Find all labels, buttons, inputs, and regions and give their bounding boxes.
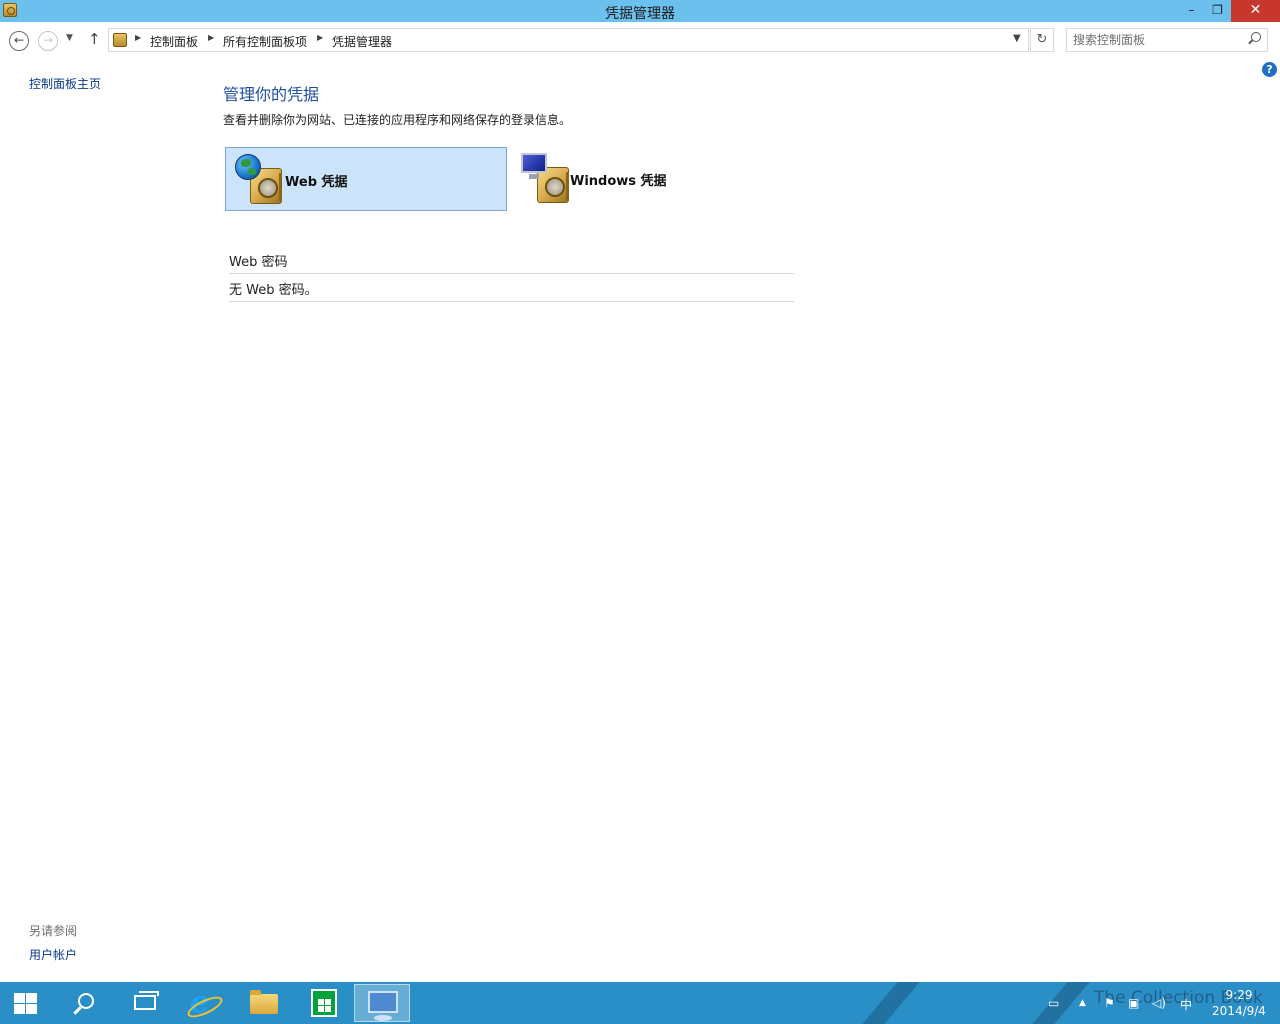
decorative-stripe [862, 982, 920, 1024]
breadcrumb-all-items[interactable]: 所有控制面板项 [223, 33, 307, 50]
ie-icon: e [190, 985, 210, 1020]
control-panel-location-icon [113, 33, 127, 47]
close-button[interactable]: ✕ [1231, 0, 1280, 22]
windows-credentials-label: Windows 凭据 [570, 174, 667, 189]
monitor-icon [521, 153, 547, 179]
restore-button[interactable]: ❐ [1204, 0, 1231, 22]
chevron-right-icon[interactable]: ▶ [208, 33, 214, 42]
chevron-right-icon[interactable]: ▶ [317, 33, 323, 42]
file-explorer-button[interactable] [236, 984, 292, 1022]
search-icon[interactable] [1251, 32, 1261, 42]
chevron-right-icon[interactable]: ▶ [135, 33, 141, 42]
empty-message: 无 Web 密码。 [229, 279, 794, 302]
store-icon [311, 989, 337, 1017]
control-panel-icon [368, 991, 398, 1021]
web-credentials-label: Web 凭据 [285, 175, 348, 190]
search-box[interactable] [1066, 28, 1268, 52]
page-title: 管理你的凭据 [223, 85, 320, 104]
action-center-flag-icon[interactable]: ⚑ [1104, 996, 1115, 1010]
forward-button[interactable]: → [38, 31, 58, 51]
start-button[interactable] [0, 984, 56, 1022]
see-also-heading: 另请参阅 [29, 924, 78, 938]
internet-explorer-button[interactable]: e [176, 984, 232, 1022]
clock[interactable]: 9:29 2014/9/4 [1204, 987, 1274, 1019]
volume-icon[interactable]: ◁) [1152, 996, 1166, 1010]
left-pane: 控制面板主页 另请参阅 用户帐户 [0, 60, 200, 982]
network-icon[interactable]: ▣ [1128, 996, 1139, 1010]
folder-icon [250, 990, 278, 1014]
web-credentials-button[interactable]: Web 凭据 [225, 147, 507, 211]
globe-icon [235, 154, 261, 180]
recent-locations-button[interactable]: ▼ [66, 33, 73, 43]
clock-date: 2014/9/4 [1212, 1004, 1266, 1018]
taskbar-search-button[interactable] [58, 984, 114, 1022]
control-panel-taskbar-button[interactable] [354, 984, 410, 1022]
control-panel-home-link[interactable]: 控制面板主页 [29, 75, 101, 92]
breadcrumb-credential-manager[interactable]: 凭据管理器 [332, 33, 392, 50]
task-view-icon [134, 991, 159, 1010]
windows-credentials-button[interactable]: Windows 凭据 [515, 147, 715, 211]
back-button[interactable]: ← [9, 31, 29, 51]
address-bar[interactable]: ▶ 控制面板 ▶ 所有控制面板项 ▶ 凭据管理器 ▼ [108, 28, 1029, 52]
keyboard-icon[interactable]: ▭ [1048, 996, 1059, 1010]
up-button[interactable]: ↑ [88, 30, 101, 48]
page-description: 查看并删除你为网站、已连接的应用程序和网络保存的登录信息。 [223, 113, 572, 127]
navigation-bar: ← → ▼ ↑ ▶ 控制面板 ▶ 所有控制面板项 ▶ 凭据管理器 ▼ ↻ [0, 22, 1280, 60]
windows-logo-icon [14, 993, 38, 1015]
window-title: 凭据管理器 [605, 6, 675, 22]
minimize-button[interactable]: – [1178, 0, 1205, 22]
ime-indicator[interactable]: 中 [1180, 996, 1192, 1013]
chevron-down-icon[interactable]: ▼ [1013, 33, 1021, 44]
help-icon[interactable]: ? [1262, 62, 1277, 77]
search-icon [78, 993, 94, 1009]
clock-time: 9:29 [1225, 988, 1253, 1002]
web-passwords-section-header[interactable]: Web 密码 [229, 251, 794, 274]
title-bar: 凭据管理器 – ❐ ✕ [0, 0, 1280, 22]
task-view-button[interactable] [118, 984, 174, 1022]
refresh-button[interactable]: ↻ [1030, 28, 1054, 52]
user-accounts-link[interactable]: 用户帐户 [29, 946, 77, 963]
search-input[interactable] [1073, 32, 1243, 48]
store-button[interactable] [296, 984, 352, 1022]
show-hidden-icons-icon[interactable]: ▲ [1079, 998, 1086, 1008]
taskbar: e The Collection Book ▭ ▲ ⚑ ▣ ◁) 中 9:29 … [0, 982, 1280, 1024]
breadcrumb-control-panel[interactable]: 控制面板 [150, 33, 198, 50]
